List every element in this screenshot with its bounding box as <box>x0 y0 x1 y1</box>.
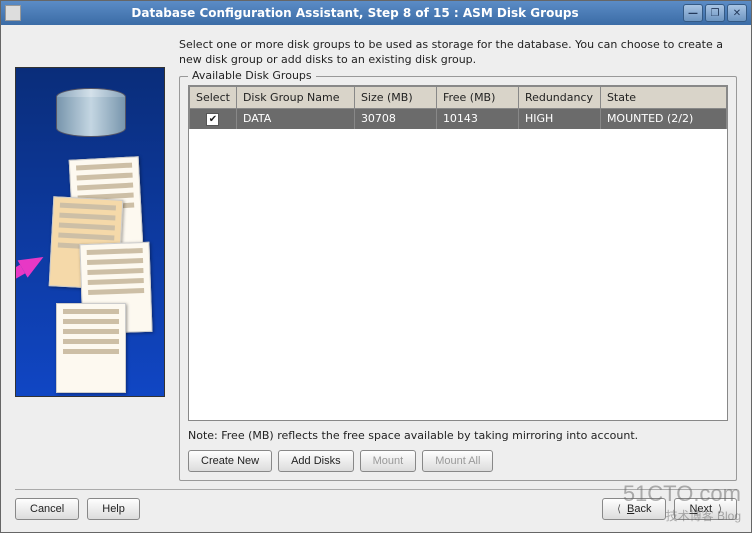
titlebar: Database Configuration Assistant, Step 8… <box>1 1 751 25</box>
mount-button[interactable]: Mount <box>360 450 417 472</box>
row-name: DATA <box>236 108 354 129</box>
chevron-right-icon: ⟩ <box>718 504 722 515</box>
wizard-footer: Cancel Help ⟨ Back Next ⟩ <box>1 490 751 532</box>
window-controls: — ❐ ✕ <box>683 4 747 22</box>
document-icon <box>56 303 126 393</box>
mount-all-button[interactable]: Mount All <box>422 450 493 472</box>
window-title: Database Configuration Assistant, Step 8… <box>27 6 683 20</box>
maximize-button[interactable]: ❐ <box>705 4 725 22</box>
col-size[interactable]: Size (MB) <box>354 86 436 108</box>
row-free: 10143 <box>436 108 518 129</box>
disk-groups-table: Select Disk Group Name Size (MB) Free (M… <box>189 86 727 129</box>
arrow-icon <box>18 248 49 277</box>
fieldset-legend: Available Disk Groups <box>188 69 316 82</box>
disk-group-buttons: Create New Add Disks Mount Mount All <box>188 450 728 472</box>
add-disks-button[interactable]: Add Disks <box>278 450 354 472</box>
intro-text: Select one or more disk groups to be use… <box>179 37 737 68</box>
disk-groups-table-wrap: Select Disk Group Name Size (MB) Free (M… <box>188 85 728 421</box>
help-button[interactable]: Help <box>87 498 140 520</box>
dbca-window: Database Configuration Assistant, Step 8… <box>0 0 752 533</box>
checkbox-icon[interactable]: ✔ <box>206 113 219 126</box>
back-button[interactable]: ⟨ Back <box>602 498 666 520</box>
table-header-row: Select Disk Group Name Size (MB) Free (M… <box>190 86 727 108</box>
row-redundancy: HIGH <box>518 108 600 129</box>
note-text: Note: Free (MB) reflects the free space … <box>188 429 728 442</box>
create-new-button[interactable]: Create New <box>188 450 272 472</box>
disk-groups-fieldset: Available Disk Groups Select Disk Group … <box>179 76 737 481</box>
row-size: 30708 <box>354 108 436 129</box>
back-label: Back <box>627 503 651 515</box>
col-redundancy[interactable]: Redundancy <box>518 86 600 108</box>
wizard-graphic <box>15 67 165 397</box>
col-free[interactable]: Free (MB) <box>436 86 518 108</box>
next-button[interactable]: Next ⟩ <box>674 498 737 520</box>
content-area: Select one or more disk groups to be use… <box>1 25 751 489</box>
col-state[interactable]: State <box>600 86 726 108</box>
col-select[interactable]: Select <box>190 86 237 108</box>
col-name[interactable]: Disk Group Name <box>236 86 354 108</box>
next-label: Next <box>689 503 712 515</box>
chevron-left-icon: ⟨ <box>617 504 621 515</box>
table-row[interactable]: ✔ DATA 30708 10143 HIGH MOUNTED (2/2) <box>190 108 727 129</box>
cancel-button[interactable]: Cancel <box>15 498 79 520</box>
app-icon <box>5 5 21 21</box>
row-select-cell[interactable]: ✔ <box>190 108 237 129</box>
row-state: MOUNTED (2/2) <box>600 108 726 129</box>
main-pane: Select one or more disk groups to be use… <box>179 37 737 481</box>
close-button[interactable]: ✕ <box>727 4 747 22</box>
minimize-button[interactable]: — <box>683 4 703 22</box>
database-icon <box>56 88 126 143</box>
